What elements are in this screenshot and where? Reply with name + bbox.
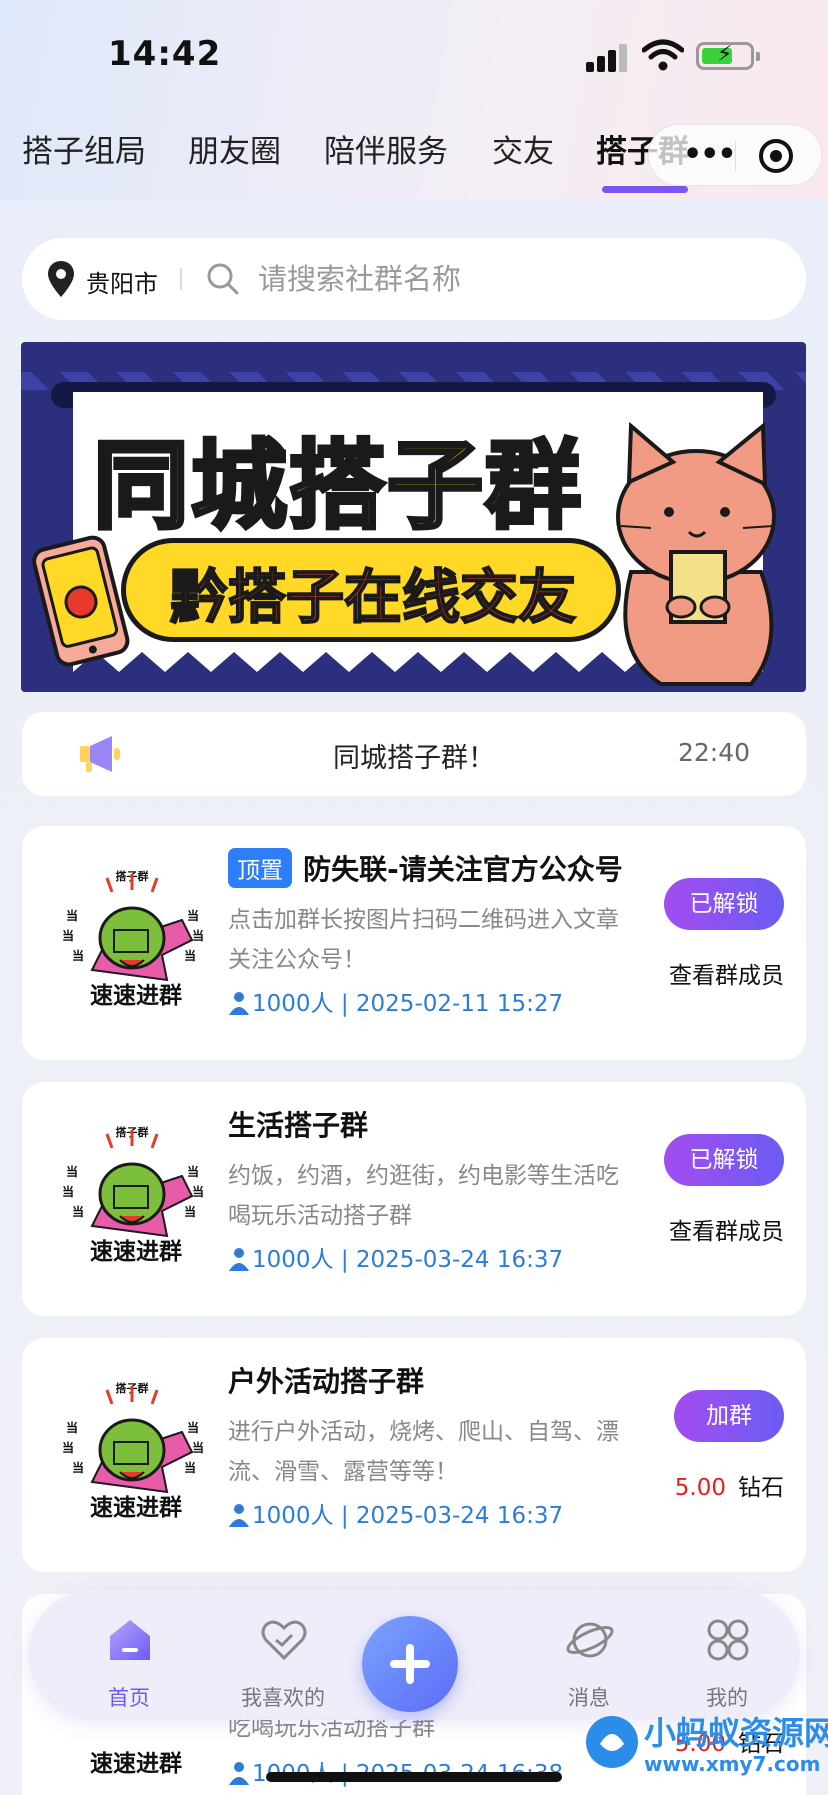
thumbnail-caption: 速速进群 bbox=[90, 1495, 182, 1521]
group-meta: 1000人 | 2025-03-24 16:37 bbox=[228, 1496, 563, 1530]
search-icon bbox=[207, 263, 239, 295]
svg-text:当: 当 bbox=[192, 1440, 204, 1455]
price-currency: 钻石 bbox=[738, 1475, 784, 1501]
svg-text:当: 当 bbox=[187, 1164, 199, 1179]
group-meta-text: 1000人 | 2025-02-11 15:27 bbox=[252, 991, 564, 1017]
group-title: 防失联-请关注官方公众号 bbox=[303, 853, 623, 886]
watermark-url: www.xmy7.com bbox=[644, 1752, 821, 1776]
city-selector[interactable]: 贵阳市 bbox=[86, 264, 158, 299]
view-members-link[interactable]: 查看群成员 bbox=[669, 1212, 784, 1246]
announcement-time: 22:40 bbox=[677, 738, 750, 767]
price-label: 5.00 钻石 bbox=[675, 1468, 784, 1502]
watermark-title: 小蚂蚁资源网 bbox=[644, 1714, 828, 1752]
nav-messages[interactable]: 消息 bbox=[524, 1590, 654, 1720]
tab-dazi-zuju[interactable]: 搭子组局 bbox=[22, 126, 146, 171]
home-indicator bbox=[266, 1772, 562, 1782]
status-time: 14:42 bbox=[108, 34, 222, 74]
group-meta-text: 1000人 | 2025-03-24 16:37 bbox=[252, 1247, 564, 1273]
pinned-badge: 顶置 bbox=[228, 848, 292, 888]
home-icon bbox=[110, 1620, 150, 1660]
group-description: 点击加群长按图片扫码二维码进入文章关注公众号！ bbox=[228, 907, 619, 973]
svg-text:当: 当 bbox=[192, 928, 204, 943]
group-card[interactable]: 搭子群 当 当 当 当 当 当 速速进群 顶置 防失联-请关注官方公众号 点击加… bbox=[22, 826, 806, 1060]
svg-text:当: 当 bbox=[66, 1420, 78, 1435]
member-icon bbox=[229, 1504, 249, 1527]
wifi-icon bbox=[642, 39, 684, 71]
banner-title: 同城搭子群 bbox=[91, 428, 583, 544]
svg-text:当: 当 bbox=[62, 1440, 74, 1455]
promo-banner[interactable]: 同城搭子群 黔搭子在线交友 bbox=[21, 342, 806, 692]
heart-icon bbox=[261, 1620, 307, 1661]
tab-peiban-fuwu[interactable]: 陪伴服务 bbox=[324, 126, 448, 171]
planet-icon bbox=[566, 1622, 614, 1658]
cat-illustration-icon bbox=[616, 422, 776, 686]
plus-icon[interactable] bbox=[362, 1616, 458, 1712]
group-description: 进行户外活动，烧烤、爬山、自驾、漂流、滑雪、露营等等！ bbox=[228, 1419, 619, 1485]
group-meta: 1000人 | 2025-03-24 16:37 bbox=[228, 1240, 563, 1274]
svg-text:当: 当 bbox=[184, 1204, 196, 1219]
group-title: 生活搭子群 bbox=[228, 1109, 369, 1142]
group-meta: 1000人 | 2025-02-11 15:27 bbox=[228, 984, 563, 1018]
svg-text:当: 当 bbox=[62, 1184, 74, 1199]
unlocked-button[interactable]: 已解锁 bbox=[664, 878, 784, 930]
battery-icon: ⚡ bbox=[696, 42, 760, 70]
group-title: 户外活动搭子群 bbox=[228, 1365, 425, 1398]
phone-illustration-icon bbox=[32, 535, 130, 667]
watermark: 小蚂蚁资源网 www.xmy7.com bbox=[572, 1706, 828, 1790]
tab-jiaoyou[interactable]: 交友 bbox=[492, 126, 554, 171]
banner-subtitle: 黔搭子在线交友 bbox=[169, 562, 577, 632]
nav-profile[interactable]: 我的 bbox=[662, 1590, 792, 1720]
bottom-nav-bar: 首页 我喜欢的 消息 我的 bbox=[28, 1590, 800, 1720]
svg-text:当: 当 bbox=[192, 1184, 204, 1199]
member-icon bbox=[229, 1762, 249, 1785]
svg-text:当: 当 bbox=[72, 1460, 84, 1475]
group-meta-text: 1000人 | 2025-03-24 16:37 bbox=[252, 1503, 564, 1529]
member-icon bbox=[229, 992, 249, 1015]
close-target-icon[interactable] bbox=[759, 139, 793, 173]
announcement-bar[interactable]: 同城搭子群！ 22:40 bbox=[22, 712, 806, 796]
active-tab-indicator bbox=[602, 186, 688, 193]
nav-favorites-label: 我喜欢的 bbox=[241, 1686, 325, 1710]
group-meta: 1000人 | 2025-03-24 16:38 bbox=[228, 1754, 563, 1788]
svg-text:当: 当 bbox=[66, 1164, 78, 1179]
group-card[interactable]: 搭子群 当 当 当 当 当 当 速速进群 户外活动搭子群 进行户外活动，烧烤、爬… bbox=[22, 1338, 806, 1572]
tab-pengyouquan[interactable]: 朋友圈 bbox=[188, 126, 281, 171]
location-pin-icon[interactable] bbox=[46, 260, 76, 298]
watermark-logo-icon bbox=[586, 1716, 638, 1768]
nav-home[interactable]: 首页 bbox=[64, 1590, 194, 1720]
view-members-link[interactable]: 查看群成员 bbox=[669, 956, 784, 990]
svg-text:当: 当 bbox=[72, 948, 84, 963]
card-title-row: 生活搭子群 bbox=[228, 1104, 368, 1148]
svg-text:当: 当 bbox=[184, 948, 196, 963]
join-group-button[interactable]: 加群 bbox=[674, 1390, 784, 1442]
svg-text:当: 当 bbox=[184, 1460, 196, 1475]
unlocked-button[interactable]: 已解锁 bbox=[664, 1134, 784, 1186]
top-tab-bar: 搭子组局 朋友圈 陪伴服务 交友 搭子群 ••• bbox=[0, 112, 828, 202]
status-bar: 14:42 ⚡ bbox=[0, 0, 828, 110]
svg-text:当: 当 bbox=[66, 908, 78, 923]
search-bar: 贵阳市 bbox=[22, 238, 806, 320]
miniprogram-capsule: ••• bbox=[648, 124, 822, 186]
card-title-row: 顶置 防失联-请关注官方公众号 bbox=[228, 848, 623, 892]
svg-text:当: 当 bbox=[187, 1420, 199, 1435]
search-input[interactable] bbox=[258, 258, 758, 300]
nav-home-label: 首页 bbox=[108, 1686, 150, 1710]
svg-text:当: 当 bbox=[72, 1204, 84, 1219]
thumbnail-caption: 速速进群 bbox=[90, 1751, 182, 1777]
group-card[interactable]: 搭子群 当 当 当 当 当 当 速速进群 生活搭子群 约饭，约酒，约逛街，约电影… bbox=[22, 1082, 806, 1316]
price-value: 5.00 bbox=[674, 1475, 726, 1501]
thumbnail-caption: 速速进群 bbox=[90, 983, 182, 1009]
svg-text:当: 当 bbox=[62, 928, 74, 943]
more-icon[interactable]: ••• bbox=[683, 137, 737, 172]
thumbnail-caption: 速速进群 bbox=[90, 1239, 182, 1265]
nav-favorites[interactable]: 我喜欢的 bbox=[218, 1590, 348, 1720]
group-description: 约饭，约酒，约逛街，约电影等生活吃喝玩乐活动搭子群 bbox=[228, 1163, 619, 1229]
member-icon bbox=[229, 1248, 249, 1271]
grid-icon bbox=[707, 1619, 749, 1661]
search-divider bbox=[180, 268, 182, 290]
svg-text:当: 当 bbox=[187, 908, 199, 923]
card-title-row: 户外活动搭子群 bbox=[228, 1360, 424, 1404]
cellular-signal-icon bbox=[586, 44, 630, 72]
